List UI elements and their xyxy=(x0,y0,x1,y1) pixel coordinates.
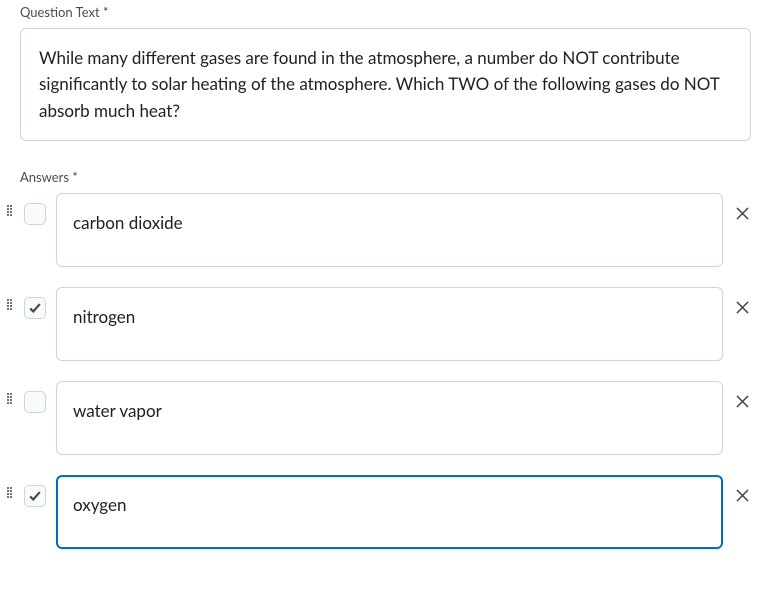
remove-answer-button[interactable] xyxy=(733,287,751,314)
remove-answer-button[interactable] xyxy=(733,193,751,220)
correct-answer-checkbox[interactable] xyxy=(24,203,46,225)
close-icon xyxy=(736,301,749,314)
answer-text-input[interactable]: water vapor xyxy=(56,381,723,455)
drag-handle-icon[interactable] xyxy=(4,475,14,498)
answer-row: carbon dioxide xyxy=(4,193,751,267)
close-icon xyxy=(736,207,749,220)
answers-label: Answers * xyxy=(20,169,751,185)
drag-handle-icon[interactable] xyxy=(4,287,14,310)
drag-handle-icon[interactable] xyxy=(4,193,14,216)
answer-text-input[interactable]: nitrogen xyxy=(56,287,723,361)
required-indicator: * xyxy=(72,169,78,185)
question-text-input[interactable]: While many different gases are found in … xyxy=(20,28,751,141)
close-icon xyxy=(736,489,749,502)
question-text-label: Question Text * xyxy=(20,4,751,20)
remove-answer-button[interactable] xyxy=(733,381,751,408)
close-icon xyxy=(736,395,749,408)
answer-row: water vapor xyxy=(4,381,751,455)
correct-answer-checkbox[interactable] xyxy=(24,297,46,319)
correct-answer-checkbox[interactable] xyxy=(24,391,46,413)
answer-row: oxygen xyxy=(4,475,751,549)
answer-text-input[interactable]: oxygen xyxy=(56,475,723,549)
remove-answer-button[interactable] xyxy=(733,475,751,502)
drag-handle-icon[interactable] xyxy=(4,381,14,404)
required-indicator: * xyxy=(103,4,109,20)
answer-text-input[interactable]: carbon dioxide xyxy=(56,193,723,267)
correct-answer-checkbox[interactable] xyxy=(24,485,46,507)
answer-row: nitrogen xyxy=(4,287,751,361)
